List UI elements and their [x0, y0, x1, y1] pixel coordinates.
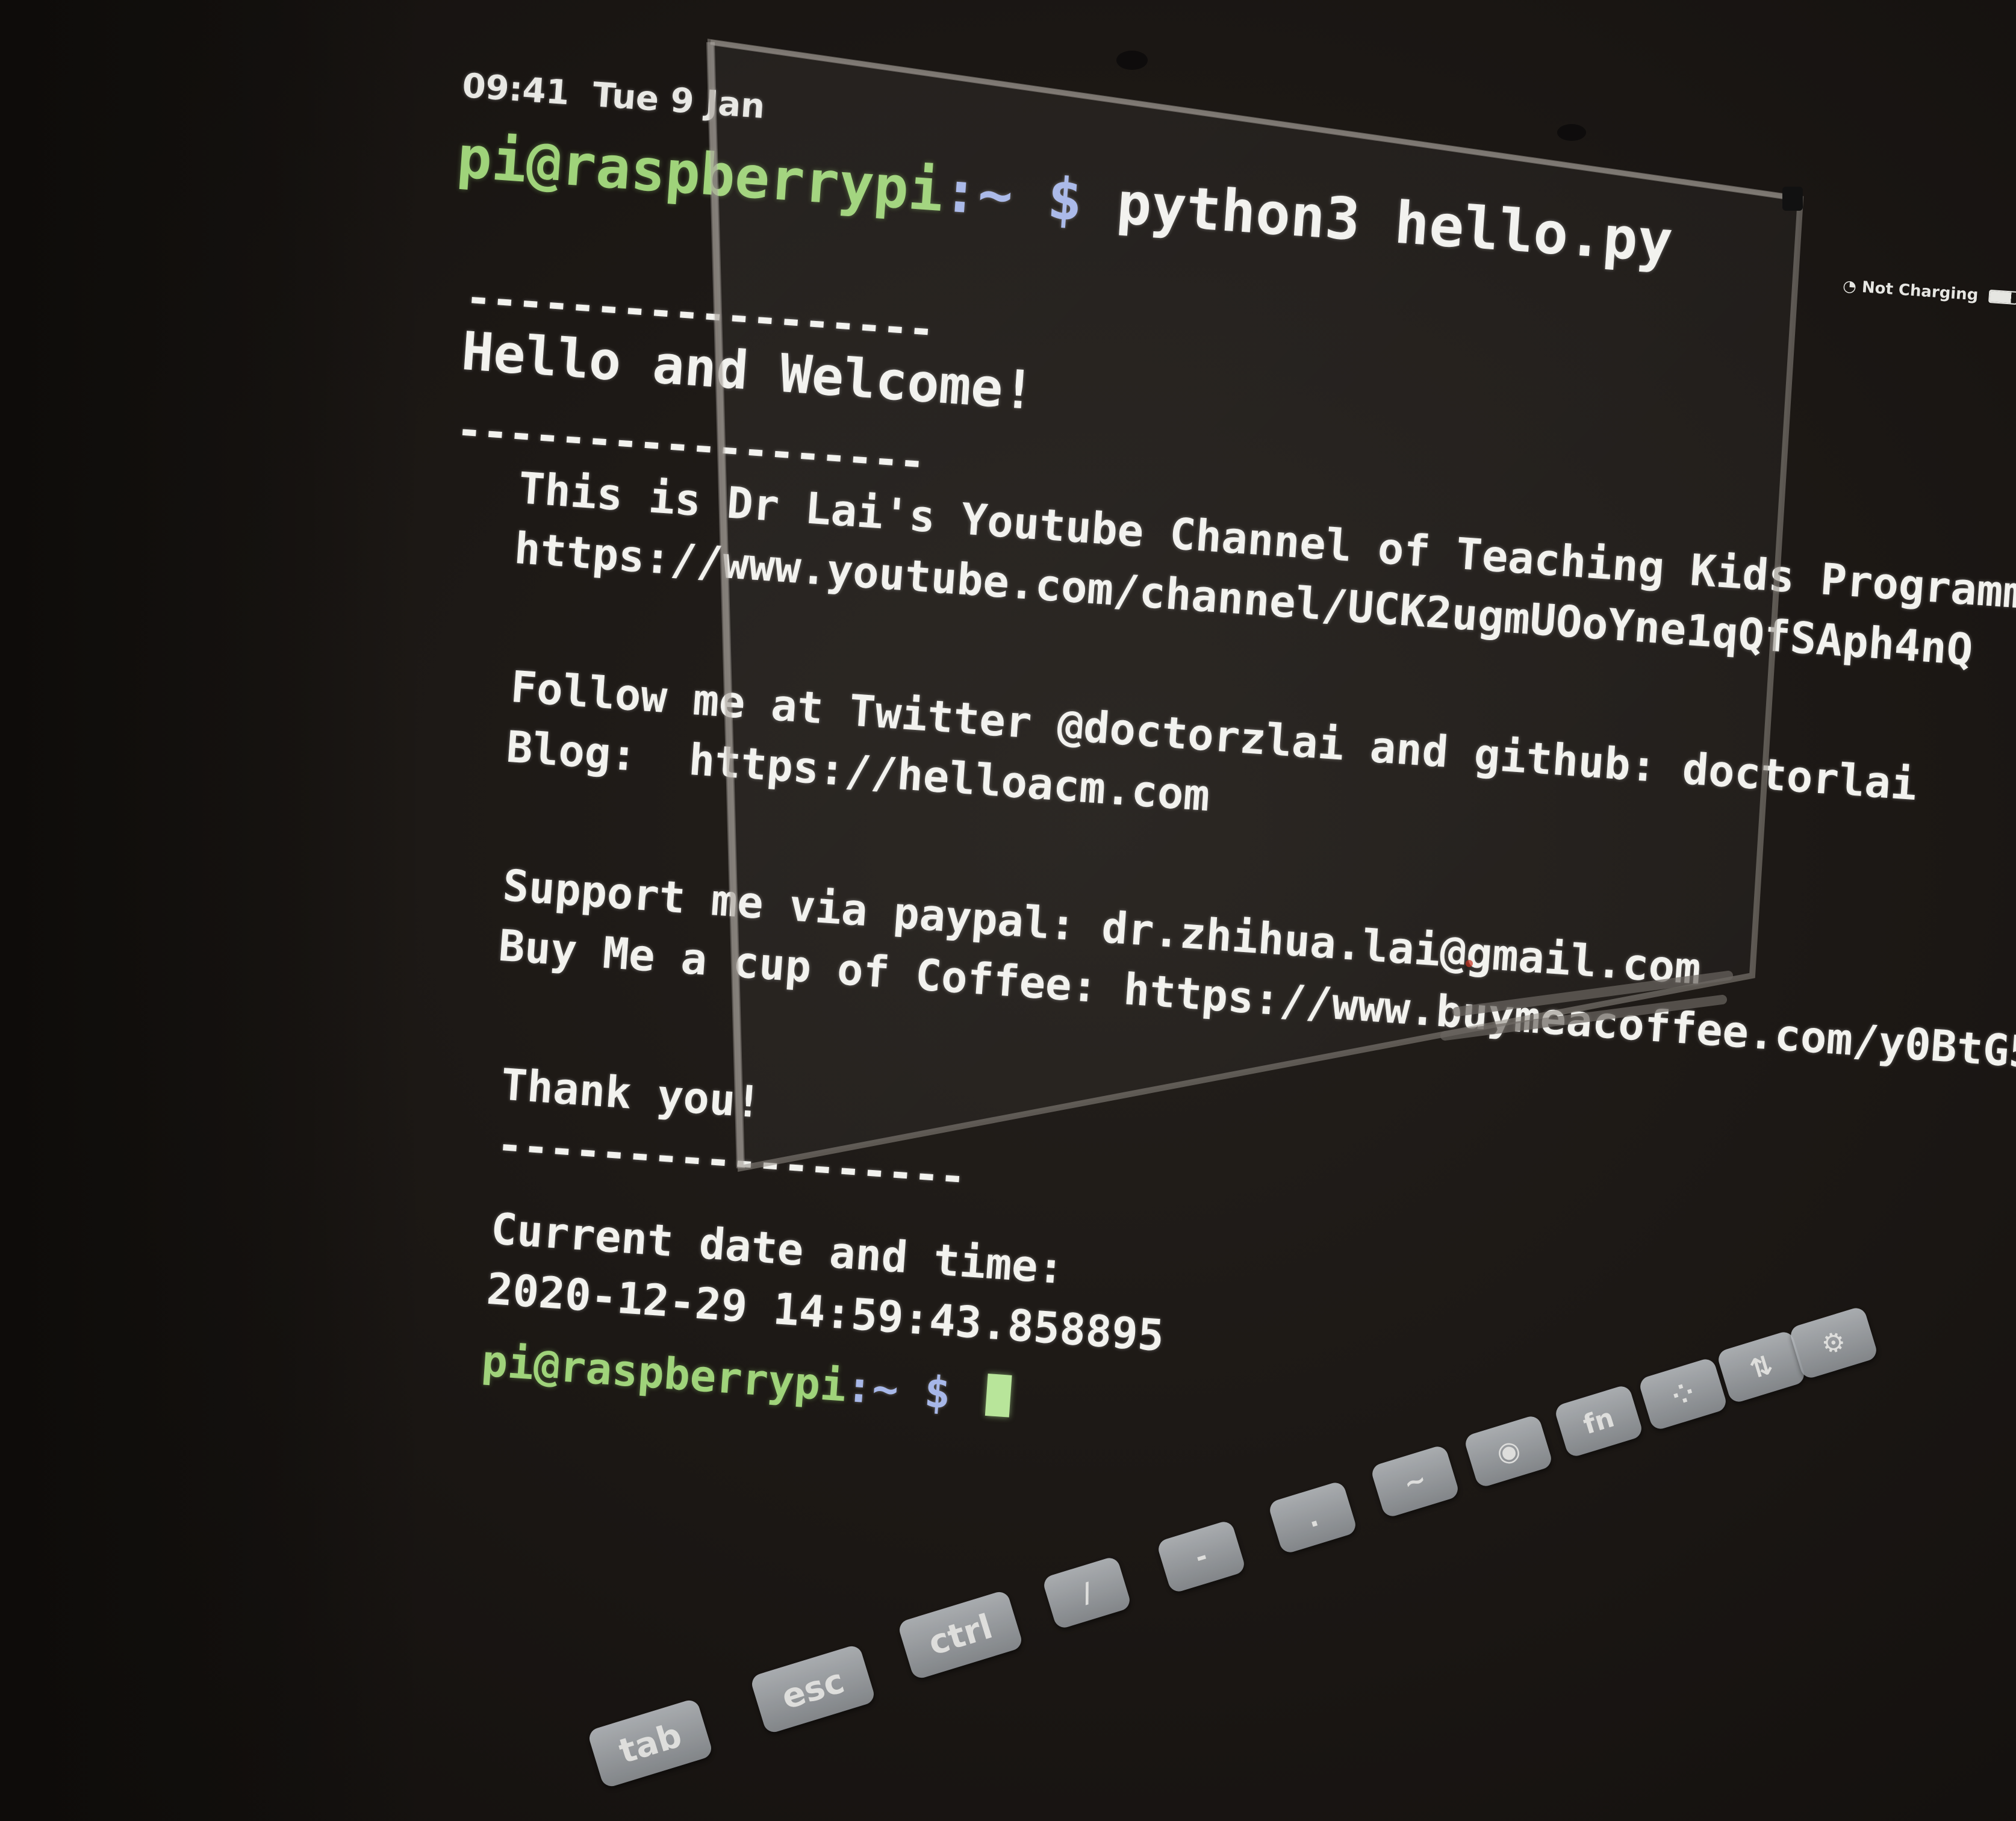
separator-line: ------------------	[495, 1119, 968, 1203]
key-tab[interactable]: tab	[586, 1698, 714, 1789]
status-bar-right: ◔ Not Charging	[1842, 277, 2016, 307]
prompt-path: :~ $	[941, 157, 1119, 237]
battery-icon	[1988, 289, 2016, 305]
settings-gear-icon[interactable]: ⚙	[1788, 1305, 1879, 1381]
key-tilde[interactable]: ~	[1369, 1443, 1461, 1519]
key-esc[interactable]: esc	[749, 1643, 877, 1735]
terminal-window[interactable]: 09:41 Tue 9 Jan pi@raspberrypi:~ $ pytho…	[455, 66, 2016, 1419]
text-cursor	[985, 1373, 1012, 1418]
wall-shadow	[0, 0, 422, 1821]
command-text: python3 hello.py	[1115, 169, 1675, 276]
prompt-user: pi@raspberrypi	[480, 1335, 848, 1412]
globe-key-icon[interactable]: ◉	[1463, 1413, 1554, 1489]
key-fn[interactable]: fn	[1553, 1383, 1644, 1459]
prompt-line[interactable]: pi@raspberrypi:~ $	[480, 1335, 1012, 1422]
key-dash[interactable]: -	[1156, 1519, 1247, 1595]
projected-terminal-scene: 09:41 Tue 9 Jan pi@raspberrypi:~ $ pytho…	[0, 0, 2016, 1821]
prompt-user: pi@raspberrypi	[455, 123, 946, 225]
key-slash[interactable]: /	[1041, 1555, 1133, 1631]
prompt-path: :~ $	[844, 1360, 978, 1421]
wifi-icon: ◔	[1842, 276, 1858, 296]
key-period[interactable]: .	[1267, 1480, 1358, 1555]
charging-status: Not Charging	[1861, 278, 1979, 305]
status-bar-clock: 09:41 Tue 9 Jan	[461, 66, 767, 126]
thank-you-line: Thank you!	[499, 1059, 764, 1128]
command-line: pi@raspberrypi:~ $ python3 hello.py	[455, 123, 1675, 276]
command-key-icon[interactable]: ⁘	[1637, 1356, 1729, 1432]
key-ctrl[interactable]: ctrl	[897, 1589, 1024, 1681]
